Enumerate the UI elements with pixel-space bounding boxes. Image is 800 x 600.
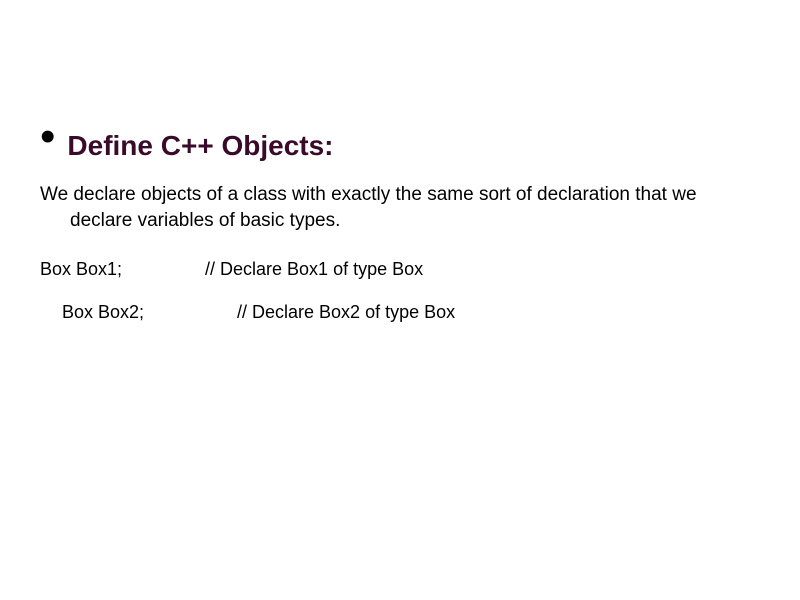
slide-content: • Define C++ Objects: We declare objects… — [0, 0, 800, 385]
code-declaration: Box Box2; — [62, 302, 232, 323]
code-comment: // Declare Box2 of type Box — [237, 302, 455, 323]
heading-text: Define C++ Objects: — [67, 130, 333, 162]
body-paragraph: We declare objects of a class with exact… — [40, 182, 760, 233]
heading-line: • Define C++ Objects: — [40, 130, 760, 162]
bullet-icon: • — [40, 126, 55, 148]
code-line-2: Box Box2; // Declare Box2 of type Box — [40, 302, 760, 323]
code-comment: // Declare Box1 of type Box — [205, 259, 423, 280]
code-line-1: Box Box1; // Declare Box1 of type Box — [40, 259, 760, 280]
code-declaration: Box Box1; — [40, 259, 200, 280]
